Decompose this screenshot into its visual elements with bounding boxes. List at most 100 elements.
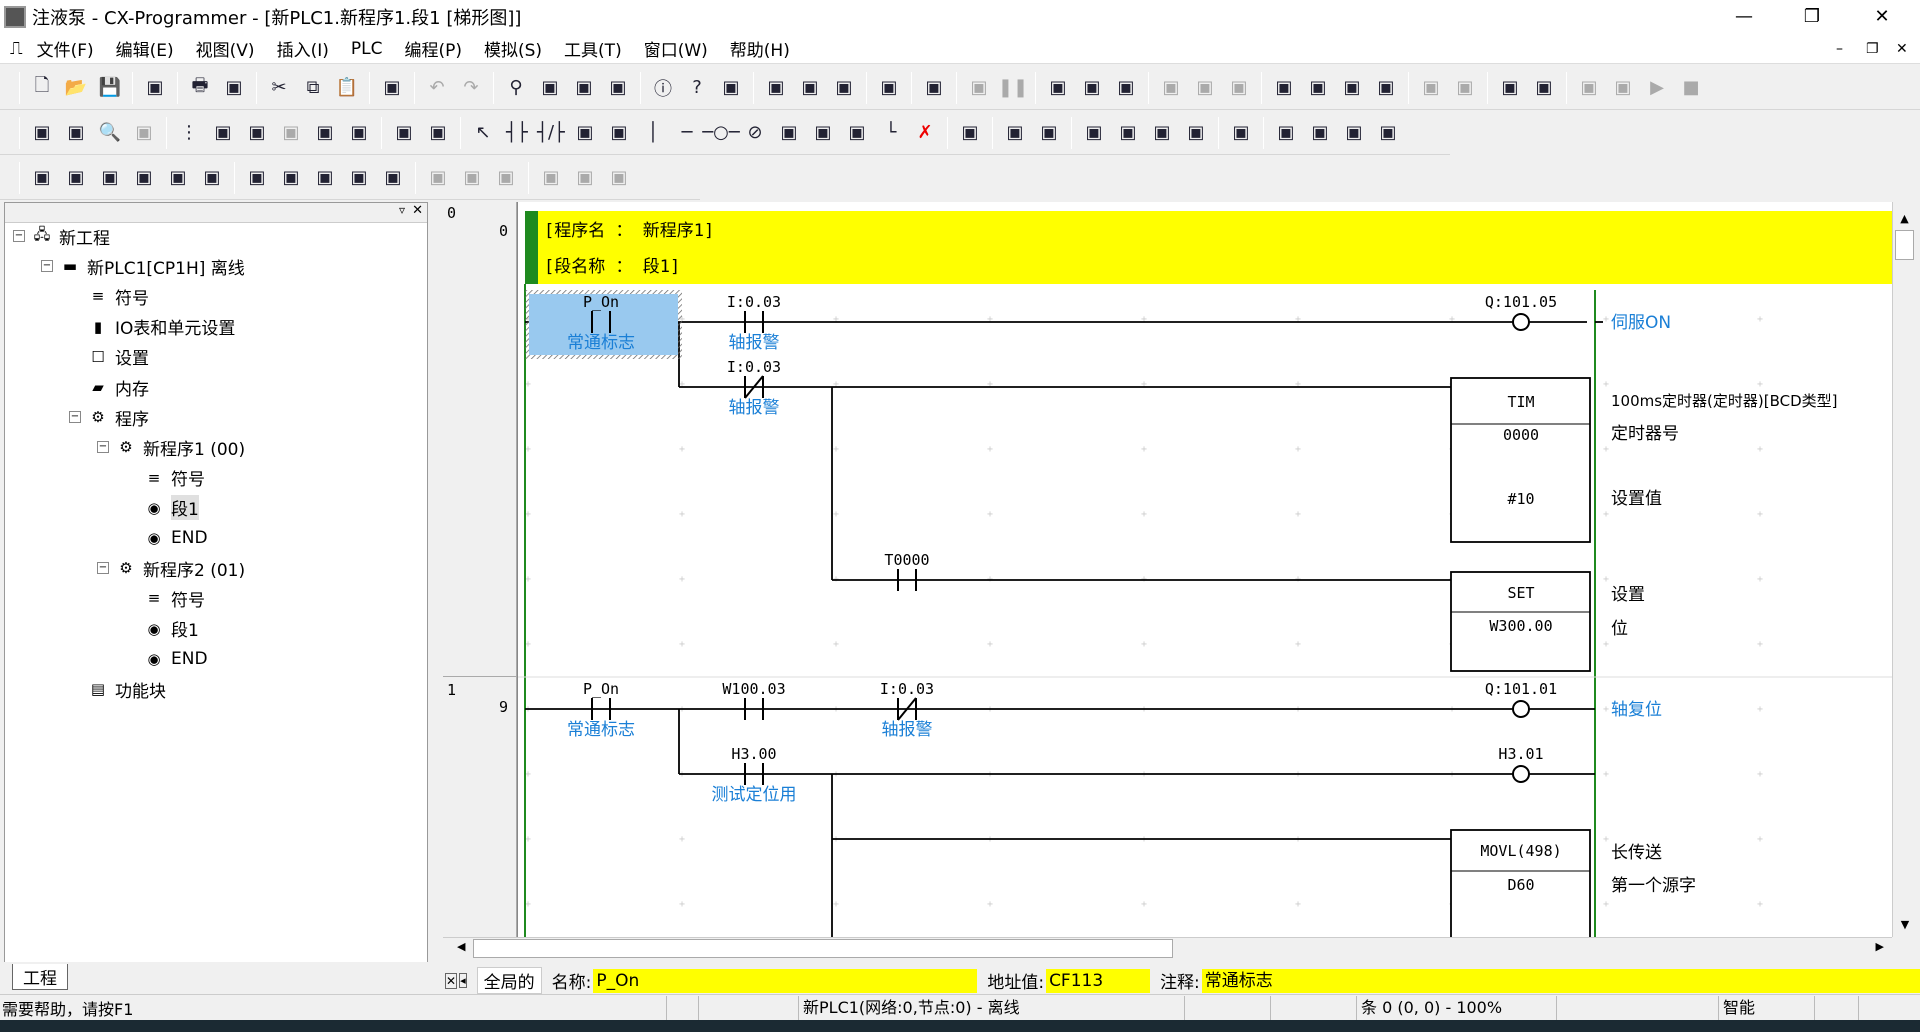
comment-field[interactable]: 常通标志 (1201, 968, 1920, 993)
view1-icon[interactable]: ▣ (1495, 73, 1525, 103)
corner-icon[interactable]: └ (876, 118, 906, 148)
restore-button[interactable]: ❐ (1784, 0, 1840, 34)
mnemonic-icon[interactable]: ▣ (344, 163, 374, 193)
vertical-scrollbar[interactable]: ▲ ▼ (1892, 202, 1916, 937)
coil-h3-01[interactable] (1512, 765, 1530, 783)
save-icon[interactable]: 💾 (95, 73, 125, 103)
properties-icon[interactable]: ▣ (163, 163, 193, 193)
sim2-icon[interactable]: ▣ (1450, 73, 1480, 103)
replace-icon[interactable]: ▣ (535, 73, 565, 103)
comment-icon[interactable]: ▣ (208, 118, 238, 148)
close-button[interactable]: ✕ (1854, 0, 1910, 34)
set-icon[interactable]: ▣ (1269, 73, 1299, 103)
force-off-icon[interactable]: ▣ (1190, 73, 1220, 103)
horizontal-scrollbar[interactable]: ◀ ▶ (443, 937, 1892, 959)
address-ref-icon[interactable]: ▣ (603, 73, 633, 103)
menu-tools[interactable]: 工具(T) (564, 36, 622, 61)
setup-icon[interactable]: ▣ (1077, 73, 1107, 103)
menu-program[interactable]: 编程(P) (404, 36, 462, 61)
or-no-icon[interactable]: ▣ (570, 118, 600, 148)
download-icon[interactable]: ▣ (570, 163, 600, 193)
menu-help[interactable]: 帮助(H) (730, 36, 790, 61)
grid-icon[interactable]: ⋮ (174, 118, 204, 148)
list-icon[interactable]: ▣ (242, 118, 272, 148)
tree-item[interactable]: − ▬ 新PLC1[CP1H] 离线 (41, 253, 245, 279)
find-icon[interactable]: ⚲ (501, 73, 531, 103)
minimize-button[interactable]: — (1716, 0, 1772, 34)
rung-icon[interactable]: ▣ (276, 118, 306, 148)
diff-down-icon[interactable]: ▣ (1113, 118, 1143, 148)
print-preview-icon[interactable]: ▣ (140, 73, 170, 103)
info-close-icon[interactable]: ✕ (445, 972, 458, 989)
cut-icon[interactable]: ✂ (264, 73, 294, 103)
coil-icon[interactable]: ─○─ (702, 118, 739, 148)
info-pin-icon[interactable]: ◂ (459, 973, 467, 988)
workspace-close-button[interactable]: ✕ (412, 203, 423, 218)
delete-icon[interactable]: ✗ (910, 118, 940, 148)
m3-icon[interactable]: ▣ (1339, 118, 1369, 148)
context-help-icon[interactable]: ▣ (716, 73, 746, 103)
tree-item[interactable]: ▮ IO表和单元设置 (69, 314, 236, 340)
coil-servo-on[interactable] (1512, 313, 1530, 331)
info-icon[interactable]: ⓘ (648, 73, 678, 103)
upload-icon[interactable]: ▣ (536, 163, 566, 193)
menu-plc[interactable]: PLC (351, 39, 383, 59)
paste-special-icon[interactable]: ▣ (377, 73, 407, 103)
reset-icon[interactable]: ▣ (1303, 73, 1333, 103)
run-icon[interactable]: ▶ (1642, 73, 1672, 103)
name-field[interactable]: P_On (593, 968, 978, 993)
check-icon[interactable]: ▣ (1147, 118, 1177, 148)
horizontal-scroll-thumb[interactable] (473, 939, 1173, 958)
mdi-close-button[interactable]: ✕ (1896, 41, 1908, 57)
sma-icon[interactable]: ▣ (389, 118, 419, 148)
tree-item[interactable]: − 🖧 新工程 (13, 223, 110, 249)
sim-icon[interactable]: ▣ (1416, 73, 1446, 103)
pause-icon[interactable]: ❚❚ (998, 73, 1028, 103)
block-icon[interactable]: ▣ (808, 118, 838, 148)
transfer-icon[interactable]: ▣ (829, 73, 859, 103)
tree-item[interactable]: ▰ 内存 (69, 374, 149, 400)
toolbar-grip[interactable] (19, 71, 20, 104)
m4-icon[interactable]: ▣ (1373, 118, 1403, 148)
bit16-icon[interactable]: ▣ (491, 163, 521, 193)
memory-icon[interactable]: ▣ (1111, 73, 1141, 103)
mdi-restore-button[interactable]: ❐ (1866, 41, 1879, 57)
open-icon[interactable]: 📂 (61, 73, 91, 103)
tree-item[interactable]: ◉ END (125, 646, 207, 672)
cancel-icon[interactable]: ▣ (1181, 118, 1211, 148)
diff-up-icon[interactable]: ▣ (1079, 118, 1109, 148)
tree-icon[interactable]: ▣ (344, 118, 374, 148)
pb-icon[interactable]: ▣ (842, 118, 872, 148)
online-icon[interactable]: ▣ (761, 73, 791, 103)
tree-item[interactable]: ☐ 设置 (69, 344, 149, 370)
select-icon[interactable]: ↖ (468, 118, 498, 148)
step-icon[interactable]: ▣ (964, 73, 994, 103)
symbol-table-icon[interactable]: ▣ (197, 163, 227, 193)
ct-icon[interactable]: ▣ (423, 118, 453, 148)
cross-ref-icon[interactable]: ▣ (242, 163, 272, 193)
bus-icon[interactable]: ▣ (310, 118, 340, 148)
compile-icon[interactable]: ▣ (874, 73, 904, 103)
tree-item[interactable]: ≡ 符号 (69, 283, 149, 309)
nc-contact-icon[interactable]: ┤/├ (536, 118, 566, 148)
window-icon[interactable]: ▣ (1226, 118, 1256, 148)
io-table-icon[interactable]: ▣ (1043, 73, 1073, 103)
print-icon[interactable]: 🖶 (185, 73, 215, 103)
or-nc-icon[interactable]: ▣ (604, 118, 634, 148)
compare-icon[interactable]: ▣ (919, 73, 949, 103)
m2-icon[interactable]: ▣ (1305, 118, 1335, 148)
bit10b-icon[interactable]: ▣ (457, 163, 487, 193)
zoom-fit-icon[interactable]: ▣ (61, 118, 91, 148)
monitor-icon[interactable]: ▣ (795, 73, 825, 103)
collapse-icon[interactable]: − (69, 411, 81, 424)
menu-view[interactable]: 视图(V) (196, 36, 255, 61)
mdi-minimize-button[interactable]: – (1836, 41, 1843, 57)
nc-coil-icon[interactable]: ⊘ (740, 118, 770, 148)
tree-item[interactable]: ▤ 功能块 (69, 676, 166, 702)
transfer-to-plc-icon[interactable]: ▣ (1000, 118, 1030, 148)
toolbar-grip[interactable] (19, 161, 20, 194)
menu-simulate[interactable]: 模拟(S) (484, 36, 542, 61)
collapse-icon[interactable]: − (97, 562, 109, 575)
bit10-icon[interactable]: ▣ (423, 163, 453, 193)
online-edit-icon[interactable]: ▣ (955, 118, 985, 148)
